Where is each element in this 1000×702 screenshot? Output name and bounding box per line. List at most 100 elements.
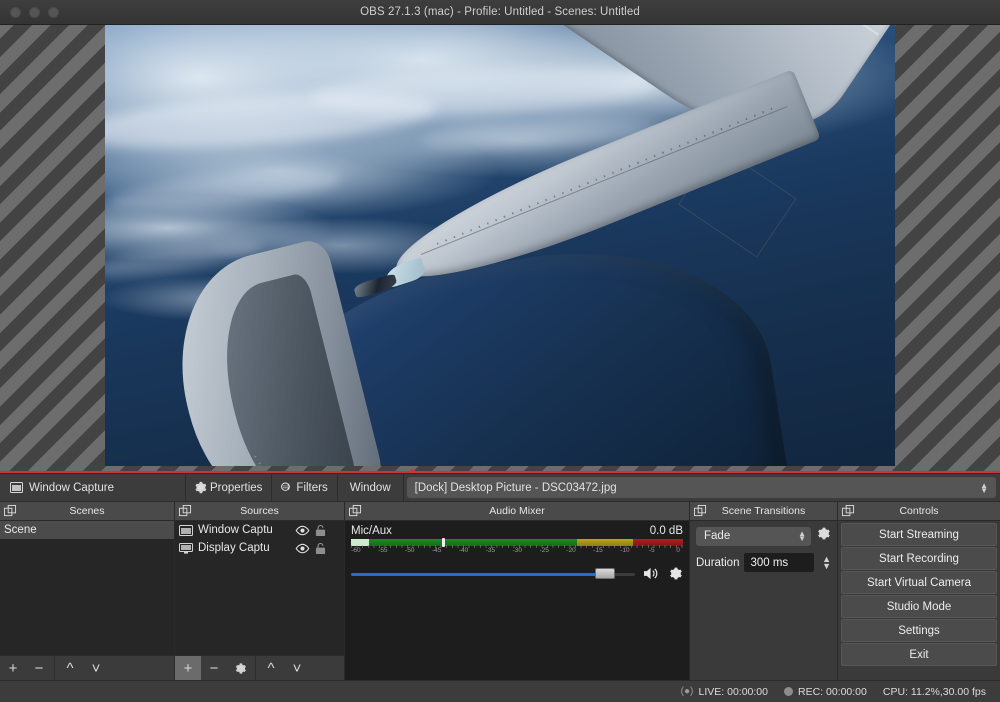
sources-footer-toolbar: + − ^ ˅ [175, 655, 344, 680]
add-source-button[interactable]: + [175, 656, 201, 680]
meter-tick-label: -10 [620, 547, 629, 554]
remove-scene-button[interactable]: − [26, 656, 52, 680]
undock-icon[interactable] [842, 505, 855, 517]
move-scene-down-button[interactable]: ˅ [83, 656, 109, 680]
maximize-button[interactable] [48, 7, 59, 18]
move-source-up-button[interactable]: ^ [258, 656, 284, 680]
source-list-item[interactable]: Display Captu [175, 539, 344, 557]
move-scene-up-button[interactable]: ^ [57, 656, 83, 680]
preview-area[interactable] [0, 25, 1000, 473]
sources-list[interactable]: Window Captu D [175, 521, 344, 655]
obs-main-window: OBS 27.1.3 (mac) - Profile: Untitled - S… [0, 0, 1000, 702]
toolbar-divider [255, 656, 256, 680]
scene-list-item[interactable]: Scene [0, 521, 174, 539]
add-scene-button[interactable]: + [0, 656, 26, 680]
title-bar: OBS 27.1.3 (mac) - Profile: Untitled - S… [0, 0, 1000, 25]
start-streaming-button[interactable]: Start Streaming [841, 523, 997, 546]
meter-tick-label: 0 [676, 547, 680, 554]
scenes-panel-header: Scenes [0, 502, 174, 521]
undock-icon[interactable] [179, 505, 192, 517]
meter-tick-label: -25 [540, 547, 549, 554]
meter-tick-label: -20 [566, 547, 575, 554]
eye-icon[interactable] [295, 525, 310, 536]
scene-transitions-body: Fade ▲▼ Duration 30 [690, 521, 837, 680]
meter-tick-label: -5 [649, 547, 655, 554]
settings-button[interactable]: Settings [841, 619, 997, 642]
source-list-item[interactable]: Window Captu [175, 521, 344, 539]
remove-source-button[interactable]: − [201, 656, 227, 680]
undock-icon[interactable] [349, 505, 362, 517]
broadcast-icon: (●) [681, 687, 694, 697]
meter-tick-label: -35 [486, 547, 495, 554]
audio-settings-button[interactable] [668, 566, 683, 581]
undock-icon[interactable] [694, 505, 707, 517]
transition-settings-button[interactable] [816, 526, 831, 546]
scene-transitions-panel-title: Scene Transitions [722, 505, 805, 517]
display-icon [179, 543, 193, 554]
scene-transitions-panel-header: Scene Transitions [690, 502, 837, 521]
volume-slider[interactable] [351, 568, 635, 580]
controls-panel: Controls Start Streaming Start Recording… [838, 502, 1000, 680]
window-icon [10, 482, 23, 493]
filters-button[interactable]: Filters [272, 474, 337, 501]
window-icon [179, 525, 193, 536]
volume-slider-fill [351, 573, 601, 576]
meter-tick-label: -45 [432, 547, 441, 554]
scenes-panel: Scenes Scene + − ^ ˅ [0, 502, 175, 680]
meter-tick-label: -55 [378, 547, 387, 554]
source-selection-handle[interactable] [410, 469, 415, 473]
minimize-button[interactable] [29, 7, 40, 18]
eye-icon[interactable] [295, 543, 310, 554]
scenes-panel-title: Scenes [69, 505, 104, 517]
live-status: (●) LIVE: 00:00:00 [681, 686, 768, 698]
move-source-down-button[interactable]: ˅ [284, 656, 310, 680]
record-indicator-icon [784, 687, 793, 696]
volume-slider-handle[interactable] [595, 568, 615, 579]
transition-duration-row: Duration 300 ms ▲▼ [696, 553, 831, 572]
controls-panel-title: Controls [899, 505, 938, 517]
window-label-text: Window [350, 482, 391, 494]
start-virtual-camera-button[interactable]: Start Virtual Camera [841, 571, 997, 594]
mixer-channel-row: Mic/Aux 0.0 dB [351, 525, 683, 539]
window-source-dropdown[interactable]: [Dock] Desktop Picture - DSC03472.jpg ▲▼ [407, 477, 996, 498]
gear-icon [234, 662, 247, 675]
properties-label: Properties [210, 482, 262, 494]
transition-dropdown[interactable]: Fade ▲▼ [696, 527, 811, 546]
mixer-db-value: 0.0 dB [650, 525, 683, 537]
duration-value: 300 ms [750, 557, 788, 569]
studio-mode-button[interactable]: Studio Mode [841, 595, 997, 618]
scenes-list[interactable]: Scene [0, 521, 174, 655]
mixer-controls-row [351, 566, 683, 581]
gear-icon [668, 566, 683, 581]
unlock-icon[interactable] [315, 542, 326, 555]
preview-canvas[interactable] [105, 25, 895, 466]
source-toolbar: Window Capture Properties Filters Window… [0, 473, 1000, 502]
start-recording-button[interactable]: Start Recording [841, 547, 997, 570]
close-button[interactable] [10, 7, 21, 18]
filters-icon [280, 481, 293, 494]
sources-panel: Sources Window Captu [175, 502, 345, 680]
meter-tick-label: -30 [513, 547, 522, 554]
meter-scale: -60 -55 -50 -45 -40 -35 -30 -25 -20 -15 … [351, 547, 683, 559]
sources-panel-title: Sources [240, 505, 279, 517]
live-timer: LIVE: 00:00:00 [699, 686, 768, 698]
unlock-icon[interactable] [315, 524, 326, 537]
window-title: OBS 27.1.3 (mac) - Profile: Untitled - S… [0, 6, 1000, 18]
selected-source-label: Window Capture [29, 482, 114, 494]
properties-button[interactable]: Properties [186, 474, 272, 501]
exit-button[interactable]: Exit [841, 643, 997, 666]
undock-icon[interactable] [4, 505, 17, 517]
filters-label: Filters [296, 482, 327, 494]
source-selection-outline[interactable] [0, 471, 1000, 473]
audio-mixer-panel: Audio Mixer Mic/Aux 0.0 dB -60 - [345, 502, 690, 680]
controls-body: Start Streaming Start Recording Start Vi… [838, 521, 1000, 680]
duration-stepper[interactable]: ▲▼ [822, 556, 831, 570]
source-item-label: Window Captu [198, 524, 290, 536]
window-property-label: Window [338, 474, 404, 501]
mute-toggle-button[interactable] [642, 566, 661, 581]
sources-panel-header: Sources [175, 502, 344, 521]
window-source-value: [Dock] Desktop Picture - DSC03472.jpg [415, 482, 617, 494]
duration-input[interactable]: 300 ms [744, 553, 814, 572]
source-properties-button[interactable] [227, 656, 253, 680]
duration-label: Duration [696, 557, 739, 569]
